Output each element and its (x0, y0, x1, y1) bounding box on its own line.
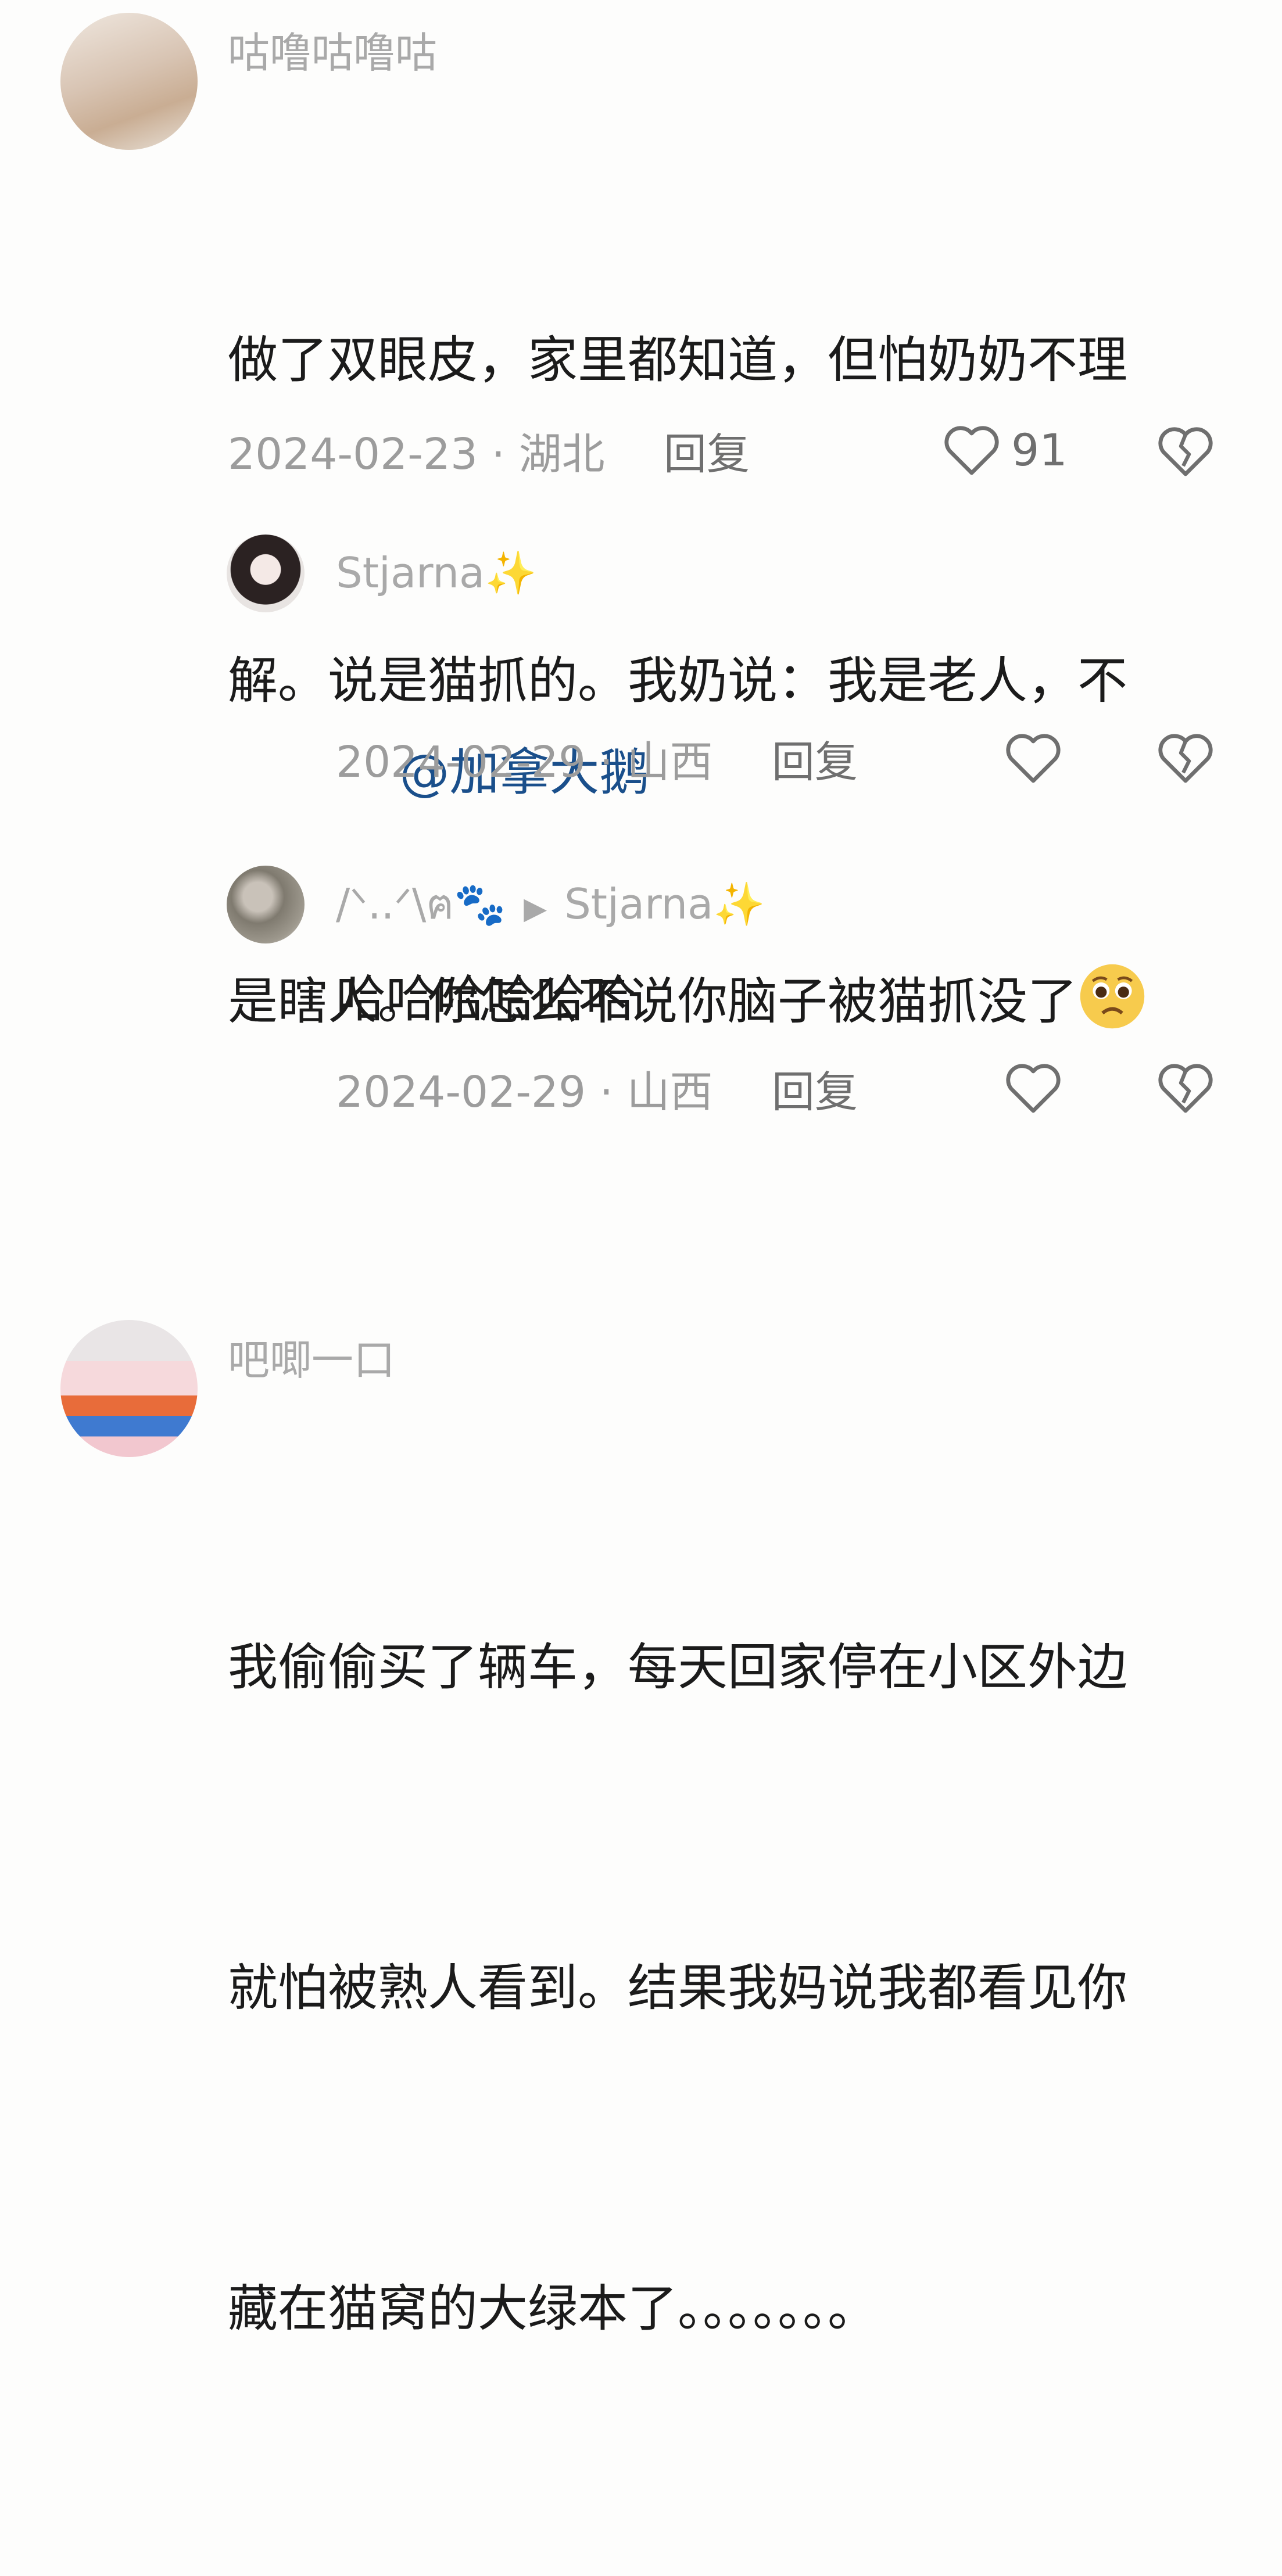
reply-to-user: Stjarna (564, 880, 714, 928)
reply-button[interactable]: 回复 (772, 1071, 858, 1114)
comment-meta: 2024-02-29 · 山西 (336, 1067, 713, 1117)
reply-button[interactable]: 回复 (772, 741, 858, 784)
heart-icon (1004, 1061, 1062, 1114)
username[interactable]: /ᐠ..ᐟ\ฅ🐾 ▶ Stjarna✨ (336, 883, 765, 925)
comment-text: 哈哈哈哈哈哈 (336, 970, 636, 1028)
dislike-button[interactable] (1156, 424, 1215, 478)
broken-heart-icon (1156, 1061, 1215, 1114)
dislike-button[interactable] (1156, 731, 1215, 784)
comment-meta: 2024-02-29 · 山西 (336, 737, 713, 787)
avatar[interactable] (60, 13, 198, 150)
heart-icon (1004, 731, 1062, 784)
avatar[interactable] (227, 866, 305, 943)
like-button[interactable]: 91 (943, 423, 1068, 476)
like-button[interactable] (1004, 731, 1062, 784)
heart-icon (943, 423, 1001, 476)
comment-line: 藏在猫窝的大绿本了。。。。。。。 (228, 2280, 878, 2338)
like-count: 91 (1011, 424, 1068, 476)
sparkle-icon: ✨ (713, 880, 765, 928)
username[interactable]: 咕噜咕噜咕 (228, 32, 437, 74)
dislike-button[interactable] (1156, 1061, 1215, 1114)
reply-button[interactable]: 回复 (664, 433, 750, 476)
reply-to-arrow-icon: ▶ (524, 891, 547, 926)
username[interactable]: 吧唧一口 (228, 1339, 395, 1381)
username[interactable]: Stjarna✨ (336, 552, 537, 594)
broken-heart-icon (1156, 424, 1215, 478)
comment-text: 我偷偷买了辆车，每天回家停在小区外边 就怕被熟人看到。结果我妈说我都看见你 藏在… (228, 1400, 1262, 2576)
comment-line: 就怕被熟人看到。结果我妈说我都看见你 (228, 1959, 1127, 2017)
comment-meta: 2024-02-23 · 湖北 (228, 429, 605, 479)
broken-heart-icon (1156, 731, 1215, 784)
sparkle-icon: ✨ (485, 548, 537, 597)
comment-line: 我偷偷买了辆车，每天回家停在小区外边 (228, 1638, 1127, 1696)
pleading-face-emoji (1080, 964, 1145, 1029)
like-button[interactable] (1004, 1061, 1062, 1114)
avatar[interactable] (60, 1320, 198, 1457)
comment-line: 做了双眼皮，家里都知道，但怕奶奶不理 (228, 331, 1127, 389)
avatar[interactable] (227, 534, 305, 612)
